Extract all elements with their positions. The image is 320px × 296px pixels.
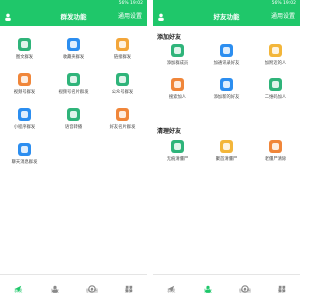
- settings-button[interactable]: 通用设置: [118, 8, 142, 26]
- feature-icon: [116, 38, 129, 51]
- feature-icon: [220, 44, 233, 57]
- feature-icon: [67, 108, 80, 121]
- grid-icon: [125, 278, 133, 293]
- feature-icon: [18, 38, 31, 51]
- moments-icon: [88, 278, 96, 293]
- person-icon: [51, 278, 59, 293]
- feature-label: 视频号名片群发: [58, 90, 89, 95]
- feature-tile[interactable]: 加附近的人: [251, 44, 300, 74]
- person-icon: [204, 278, 212, 293]
- top-bar: 群发功能 通用设置: [0, 8, 147, 26]
- tab-label: 好友: [204, 288, 213, 293]
- tab-item[interactable]: 更多: [110, 275, 147, 296]
- feature-label: 加附近的人: [264, 61, 287, 66]
- feature-label: 小程序群发: [13, 125, 36, 130]
- tab-label: 群发: [167, 288, 176, 293]
- feature-label: 聊天消息群发: [11, 160, 38, 165]
- feature-tile[interactable]: 视频号群发: [0, 73, 49, 103]
- feature-icon: [171, 140, 184, 153]
- top-bar: 好友功能 通用设置: [153, 8, 300, 26]
- tab-item[interactable]: 更多: [263, 275, 300, 296]
- status-bar: 56% 19:02: [0, 0, 147, 8]
- feature-tile[interactable]: 图文群发: [0, 38, 49, 68]
- send-icon: [14, 278, 22, 293]
- feature-tile[interactable]: 老僵尸清除: [251, 140, 300, 170]
- moments-icon: [241, 278, 249, 293]
- feature-icon: [220, 140, 233, 153]
- bottom-tab-bar: 群发 好友 朋友圈 更多: [0, 274, 147, 296]
- feature-label: 搜索加人: [168, 95, 187, 100]
- grid-icon: [278, 278, 286, 293]
- feature-tile[interactable]: 添加新的好友: [202, 78, 251, 108]
- tab-item[interactable]: 朋友圈: [74, 275, 111, 296]
- feature-label: 语音转播: [64, 125, 83, 130]
- feature-icon: [67, 38, 80, 51]
- tab-item[interactable]: 群发: [153, 275, 190, 296]
- tab-label: 朋友圈: [85, 288, 98, 293]
- feature-tile[interactable]: 视频号名片群发: [49, 73, 98, 103]
- feature-icon: [171, 44, 184, 57]
- feature-label: 链接群发: [113, 55, 132, 60]
- feature-tile[interactable]: 聚首清僵尸: [202, 140, 251, 170]
- feature-tile[interactable]: 添加群成员: [153, 44, 202, 74]
- feature-tile[interactable]: 聊天消息群发: [0, 143, 49, 173]
- send-icon: [167, 278, 175, 293]
- feature-label: 聚首清僵尸: [215, 157, 238, 162]
- feature-tile[interactable]: 搜索加人: [153, 78, 202, 108]
- tab-item[interactable]: 朋友圈: [227, 275, 264, 296]
- feature-label: 添加群成员: [166, 61, 189, 66]
- feature-icon: [18, 143, 31, 156]
- feature-label: 视频号群发: [13, 90, 36, 95]
- feature-label: 好友名片群发: [109, 125, 136, 130]
- feature-icon: [116, 73, 129, 86]
- feature-icon: [171, 78, 184, 91]
- tab-label: 更多: [124, 288, 133, 293]
- status-bar: 56% 19:02: [153, 0, 300, 8]
- feature-icon: [269, 44, 282, 57]
- tab-item[interactable]: 好友: [37, 275, 74, 296]
- feature-icon: [116, 108, 129, 121]
- bottom-tab-bar: 群发 好友 朋友圈 更多: [153, 274, 300, 296]
- tab-item[interactable]: 群发: [0, 275, 37, 296]
- feature-label: 收藏夹群发: [62, 55, 85, 60]
- tab-label: 朋友圈: [238, 288, 251, 293]
- screen-group-send: 56% 19:02 群发功能 通用设置 图文群发 收藏夹群发 链接群发视频号群发 视频…: [0, 0, 147, 296]
- feature-tile[interactable]: 链接群发: [98, 38, 147, 68]
- settings-button[interactable]: 通用设置: [271, 8, 295, 26]
- feature-icon: [18, 73, 31, 86]
- section-title-clean-friends: 清理好友: [157, 128, 182, 135]
- tab-item[interactable]: 好友: [190, 275, 227, 296]
- screen-friends: 56% 19:02 好友功能 通用设置 添加好友 添加群成员 加通讯录好友 加附近的…: [153, 0, 300, 296]
- feature-label: 添加新的好友: [213, 95, 240, 100]
- feature-icon: [269, 140, 282, 153]
- feature-tile[interactable]: 语音转播: [49, 108, 98, 138]
- feature-tile[interactable]: 好友名片群发: [98, 108, 147, 138]
- feature-label: 公众号群发: [111, 90, 134, 95]
- feature-label: 二维码加人: [264, 95, 287, 100]
- feature-tile[interactable]: 小程序群发: [0, 108, 49, 138]
- feature-label: 老僵尸清除: [264, 157, 287, 162]
- status-text: 56% 19:02: [118, 1, 143, 6]
- feature-label: 图文群发: [15, 55, 34, 60]
- feature-label: 无痕清僵尸: [166, 157, 189, 162]
- feature-icon: [220, 78, 233, 91]
- feature-icon: [269, 78, 282, 91]
- feature-tile[interactable]: 二维码加人: [251, 78, 300, 108]
- feature-tile[interactable]: 收藏夹群发: [49, 38, 98, 68]
- tab-label: 好友: [51, 288, 60, 293]
- section-title-add-friends: 添加好友: [157, 34, 182, 41]
- feature-icon: [18, 108, 31, 121]
- feature-label: 加通讯录好友: [213, 61, 240, 66]
- status-text: 56% 19:02: [271, 1, 296, 6]
- tab-label: 群发: [14, 288, 23, 293]
- feature-icon: [67, 73, 80, 86]
- feature-tile[interactable]: 无痕清僵尸: [153, 140, 202, 170]
- tab-label: 更多: [277, 288, 286, 293]
- feature-tile[interactable]: 公众号群发: [98, 73, 147, 103]
- feature-tile[interactable]: 加通讯录好友: [202, 44, 251, 74]
